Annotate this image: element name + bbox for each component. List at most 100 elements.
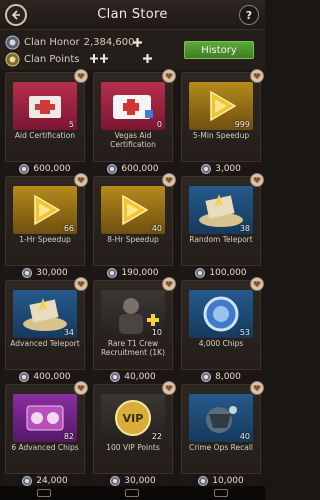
heart-icon <box>253 73 261 80</box>
item-price[interactable]: 400,000 <box>5 369 85 384</box>
item-thumbnail: 82 <box>13 394 77 442</box>
store-item-card[interactable]: 0 Vegas Aid Certification 600,000 <box>93 69 176 176</box>
heart-icon <box>77 177 85 184</box>
item-thumbnail: 66 <box>13 186 77 234</box>
plus-icon <box>143 54 152 63</box>
plus-icon <box>133 38 142 47</box>
store-item-card[interactable]: 10 Rare T1 Crew Recruitment (1K) 40,000 <box>93 277 176 384</box>
favorite-button[interactable] <box>250 381 264 395</box>
item-price[interactable]: 8,000 <box>181 369 261 384</box>
item-price[interactable]: 100,000 <box>181 265 261 280</box>
favorite-button[interactable] <box>74 69 88 83</box>
item-price[interactable]: 3,000 <box>181 161 261 176</box>
clan-honor-coin-icon <box>110 372 121 382</box>
item-price-value: 600,000 <box>121 164 159 174</box>
vegas-aid-kit-icon <box>113 95 153 119</box>
item-price[interactable]: 600,000 <box>93 161 173 176</box>
item-name: Advanced Teleport <box>10 339 80 348</box>
clan-honor-coin-icon <box>107 268 118 278</box>
item-name: Aid Certification <box>14 131 76 140</box>
top-bar: Clan Store ? <box>0 0 265 30</box>
item-price[interactable]: 40,000 <box>93 369 173 384</box>
clan-points-label: Clan Points <box>24 53 80 65</box>
item-price-value: 30,000 <box>36 268 68 278</box>
item-quantity: 66 <box>63 224 74 233</box>
clan-honor-coin-icon <box>19 164 30 174</box>
heart-icon <box>165 385 173 392</box>
back-button[interactable] <box>5 4 27 26</box>
heart-icon <box>165 281 173 288</box>
heart-icon <box>253 385 261 392</box>
item-name: Rare T1 Crew Recruitment (1K) <box>100 339 165 357</box>
store-item-card[interactable]: 34 Advanced Teleport 400,000 <box>5 277 88 384</box>
clan-honor-coin-icon <box>107 164 118 174</box>
store-item-card[interactable]: 999 5-Min Speedup 3,000 <box>181 69 264 176</box>
favorite-button[interactable] <box>162 69 176 83</box>
clan-honor-coin-icon <box>195 268 206 278</box>
clan-honor-row: Clan Honor 2,384,600 <box>5 34 135 50</box>
aid-kit-icon <box>29 96 61 118</box>
clan-honor-coin-icon <box>110 476 121 486</box>
store-item-card[interactable]: 40 Crime Ops Recall 10,000 <box>181 381 264 488</box>
item-thumbnail: 10 <box>101 290 165 338</box>
heart-icon <box>77 385 85 392</box>
store-item-card[interactable]: 53 4,000 Chips 8,000 <box>181 277 264 384</box>
clan-honor-coin-icon <box>201 164 212 174</box>
item-quantity: 40 <box>239 432 250 441</box>
controller-icon[interactable] <box>37 489 52 497</box>
store-item-card[interactable]: 40 8-Hr Speedup 190,000 <box>93 173 176 280</box>
store-item-card[interactable]: 66 1-Hr Speedup 30,000 <box>5 173 88 280</box>
item-price-value: 3,000 <box>215 164 241 174</box>
add-points-button[interactable] <box>90 53 108 67</box>
item-quantity: 999 <box>234 120 250 129</box>
item-thumbnail: 0 <box>101 82 165 130</box>
item-price-value: 24,000 <box>36 476 68 486</box>
clan-honor-coin-icon <box>201 372 212 382</box>
heart-icon <box>165 73 173 80</box>
item-quantity: 22 <box>151 432 162 441</box>
history-button[interactable]: History <box>184 41 254 59</box>
item-name: 100 VIP Points <box>106 443 160 452</box>
favorite-button[interactable] <box>250 277 264 291</box>
item-price-value: 10,000 <box>212 476 244 486</box>
item-thumbnail: 999 <box>189 82 253 130</box>
item-name: 6 Advanced Chips <box>11 443 79 452</box>
item-thumbnail: 38 <box>189 186 253 234</box>
favorite-button[interactable] <box>250 69 264 83</box>
help-button[interactable]: ? <box>239 5 259 25</box>
store-item-card[interactable]: 5 Aid Certification 600,000 <box>5 69 88 176</box>
item-price-value: 100,000 <box>209 268 247 278</box>
item-thumbnail: 40 <box>189 394 253 442</box>
system-nav-bar <box>0 486 265 500</box>
store-item-card[interactable]: 82 6 Advanced Chips 24,000 <box>5 381 88 488</box>
item-quantity: 34 <box>63 328 74 337</box>
home-icon[interactable] <box>125 489 140 497</box>
favorite-button[interactable] <box>162 173 176 187</box>
add-points-button-2[interactable] <box>142 53 153 67</box>
item-price-value: 600,000 <box>33 164 71 174</box>
item-quantity: 53 <box>239 328 250 337</box>
item-quantity: 0 <box>156 120 162 129</box>
add-honor-button[interactable] <box>132 37 143 51</box>
heart-icon <box>77 73 85 80</box>
store-item-card[interactable]: 38 Random Teleport 100,000 <box>181 173 264 280</box>
item-price[interactable]: 190,000 <box>93 265 173 280</box>
item-name: Crime Ops Recall <box>188 443 254 452</box>
favorite-button[interactable] <box>250 173 264 187</box>
favorite-button[interactable] <box>74 381 88 395</box>
favorite-button[interactable] <box>162 381 176 395</box>
favorite-button[interactable] <box>162 277 176 291</box>
favorite-button[interactable] <box>74 173 88 187</box>
favorite-button[interactable] <box>74 277 88 291</box>
item-price[interactable]: 600,000 <box>5 161 85 176</box>
item-quantity: 40 <box>151 224 162 233</box>
page-title: Clan Store <box>97 7 168 22</box>
item-name: Vegas Aid Certification <box>110 131 156 149</box>
window-icon[interactable] <box>213 489 228 497</box>
heart-icon <box>253 177 261 184</box>
heart-icon <box>77 281 85 288</box>
clan-honor-value: 2,384,600 <box>83 36 135 48</box>
item-price[interactable]: 30,000 <box>5 265 85 280</box>
store-item-card[interactable]: VIP 22 100 VIP Points 30,000 <box>93 381 176 488</box>
item-quantity: 10 <box>151 328 162 337</box>
